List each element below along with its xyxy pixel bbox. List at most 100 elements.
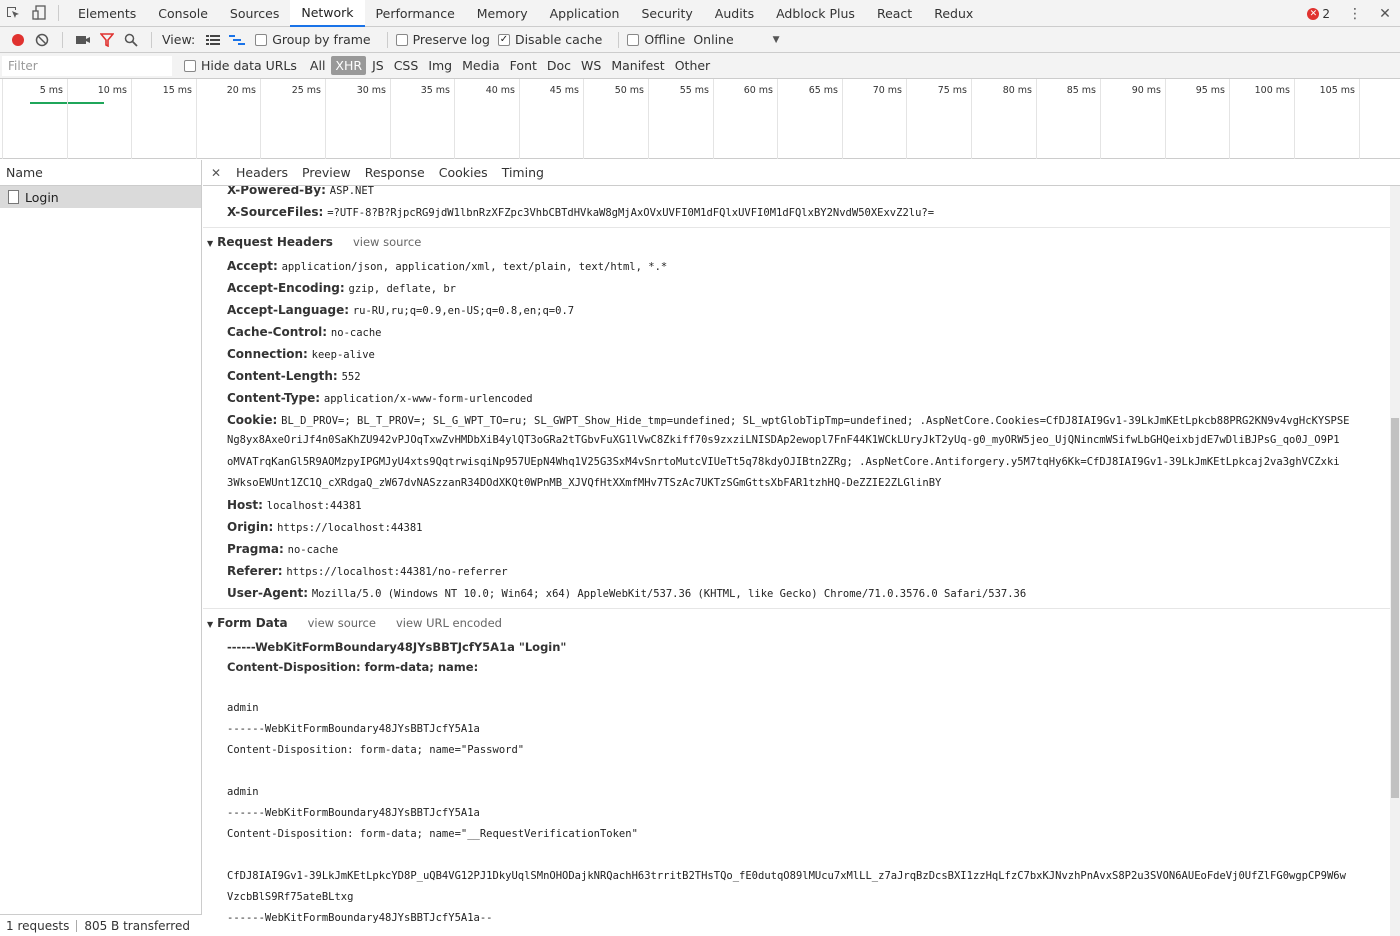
timeline-tick-label: 105 ms (1319, 85, 1355, 96)
name-column-label: Name (6, 165, 43, 180)
large-rows-button[interactable] (201, 28, 225, 52)
response-header-row: X-SourceFiles: =?UTF-8?B?RjpcRG9jdW1lbnR… (227, 205, 934, 219)
type-filter-manifest[interactable]: Manifest (607, 56, 668, 75)
tab-elements[interactable]: Elements (67, 0, 147, 27)
timeline-tick-label: 5 ms (39, 85, 63, 96)
type-filter-css[interactable]: CSS (390, 56, 423, 75)
request-headers-section-title[interactable]: ▼ Request Headers view source (207, 235, 421, 249)
tab-application[interactable]: Application (539, 0, 631, 27)
request-header-row: Accept: application/json, application/xm… (227, 259, 667, 273)
type-filter-font[interactable]: Font (506, 56, 541, 75)
header-value: no-cache (330, 327, 382, 339)
request-header-row: Pragma: no-cache (227, 542, 338, 556)
timeline-tick-label: 100 ms (1254, 85, 1290, 96)
waterfall-button[interactable] (225, 28, 249, 52)
type-filter-xhr[interactable]: XHR (331, 56, 367, 75)
timeline-tick-label: 80 ms (1002, 85, 1032, 96)
view-url-encoded-link[interactable]: view URL encoded (396, 616, 502, 630)
type-filter-other[interactable]: Other (671, 56, 715, 75)
timeline-tick-label: 10 ms (97, 85, 127, 96)
tab-redux[interactable]: Redux (923, 0, 984, 27)
detail-tab-headers[interactable]: Headers (229, 165, 295, 180)
name-column-header[interactable]: Name (0, 160, 201, 186)
type-filter-doc[interactable]: Doc (543, 56, 575, 75)
timeline-gridline (2, 79, 3, 159)
header-name: Accept: (227, 259, 278, 273)
filter-input[interactable] (2, 55, 172, 76)
timeline-gridline (131, 79, 132, 159)
type-filter-js[interactable]: JS (368, 56, 388, 75)
timeline-gridline (1165, 79, 1166, 159)
type-filter-all[interactable]: All (306, 56, 330, 75)
tab-adblock-plus[interactable]: Adblock Plus (765, 0, 866, 27)
throttling-select[interactable]: Online ▼ (693, 32, 779, 47)
form-data-line: ------WebKitFormBoundary48JYsBBTJcfY5A1a… (227, 912, 493, 924)
filter-toggle-button[interactable] (95, 28, 119, 52)
offline-checkbox[interactable]: Offline (627, 32, 685, 47)
close-devtools-icon[interactable]: ✕ (1370, 6, 1400, 22)
toolbar-separator (62, 31, 63, 48)
search-icon (124, 33, 138, 47)
waterfall-icon (229, 34, 246, 45)
scrollbar-thumb[interactable] (1391, 418, 1399, 798)
request-header-row: Origin: https://localhost:44381 (227, 520, 423, 534)
tab-sources[interactable]: Sources (219, 0, 290, 27)
tab-memory[interactable]: Memory (466, 0, 539, 27)
detail-tab-preview[interactable]: Preview (295, 165, 358, 180)
search-button[interactable] (119, 28, 143, 52)
timeline-tick-label: 50 ms (614, 85, 644, 96)
timeline-tick-label: 40 ms (485, 85, 515, 96)
header-name: Connection: (227, 347, 308, 361)
detail-scrollbar[interactable] (1390, 186, 1400, 936)
timeline-tick-label: 75 ms (937, 85, 967, 96)
request-header-row: Content-Length: 552 (227, 369, 361, 383)
header-value: https://localhost:44381 (277, 522, 423, 534)
more-options-icon[interactable]: ⋮ (1340, 6, 1370, 22)
header-name: Accept-Encoding: (227, 281, 345, 295)
tab-security[interactable]: Security (630, 0, 703, 27)
timeline-tick-label: 95 ms (1195, 85, 1225, 96)
header-name: Cookie: (227, 413, 278, 427)
type-filter-media[interactable]: Media (458, 56, 504, 75)
detail-tab-response[interactable]: Response (358, 165, 432, 180)
clear-button[interactable] (30, 28, 54, 52)
preserve-log-checkbox[interactable]: Preserve log (395, 32, 490, 47)
header-name: Origin: (227, 520, 274, 534)
hide-data-urls-checkbox[interactable]: Hide data URLs (184, 58, 297, 73)
inspect-element-icon[interactable] (0, 0, 26, 26)
header-name: Content-Type: (227, 391, 321, 405)
type-filter-ws[interactable]: WS (577, 56, 605, 75)
disable-cache-checkbox[interactable]: ✓ Disable cache (497, 32, 602, 47)
timeline-tick-label: 85 ms (1066, 85, 1096, 96)
view-source-link[interactable]: view source (308, 616, 376, 630)
device-toolbar-icon[interactable] (26, 0, 52, 26)
header-name: User-Agent: (227, 586, 309, 600)
close-detail-icon[interactable]: ✕ (203, 166, 229, 180)
cookie-continuation: oMVATrqKanGl5R9AOMzpyIPGMJyU4xts9Qqtrwis… (227, 455, 1340, 468)
capture-screenshots-button[interactable] (71, 28, 95, 52)
timeline-gridline (519, 79, 520, 159)
type-filter-img[interactable]: Img (424, 56, 456, 75)
request-header-row: Host: localhost:44381 (227, 498, 362, 512)
tab-console[interactable]: Console (147, 0, 219, 27)
request-header-row: Referer: https://localhost:44381/no-refe… (227, 564, 508, 578)
group-by-frame-checkbox[interactable]: Group by frame (255, 32, 371, 47)
header-name: Cache-Control: (227, 325, 328, 339)
detail-tab-timing[interactable]: Timing (495, 165, 551, 180)
header-name: X-Powered-By: (227, 186, 326, 197)
record-button[interactable] (6, 28, 30, 52)
tab-react[interactable]: React (866, 0, 923, 27)
tab-network[interactable]: Network (290, 0, 365, 27)
tab-performance[interactable]: Performance (365, 0, 466, 27)
form-data-section-title[interactable]: ▼ Form Data view source view URL encoded (207, 616, 502, 630)
header-value: ASP.NET (329, 186, 375, 197)
filter-icon (100, 32, 114, 47)
tab-audits[interactable]: Audits (704, 0, 765, 27)
timeline-gridline (583, 79, 584, 159)
request-row[interactable]: Login (0, 186, 201, 208)
view-source-link[interactable]: view source (353, 235, 421, 249)
error-counter[interactable]: ✕ 2 (1297, 7, 1340, 21)
request-count: 1 requests (6, 918, 70, 933)
header-name: Accept-Language: (227, 303, 350, 317)
detail-tab-cookies[interactable]: Cookies (432, 165, 495, 180)
